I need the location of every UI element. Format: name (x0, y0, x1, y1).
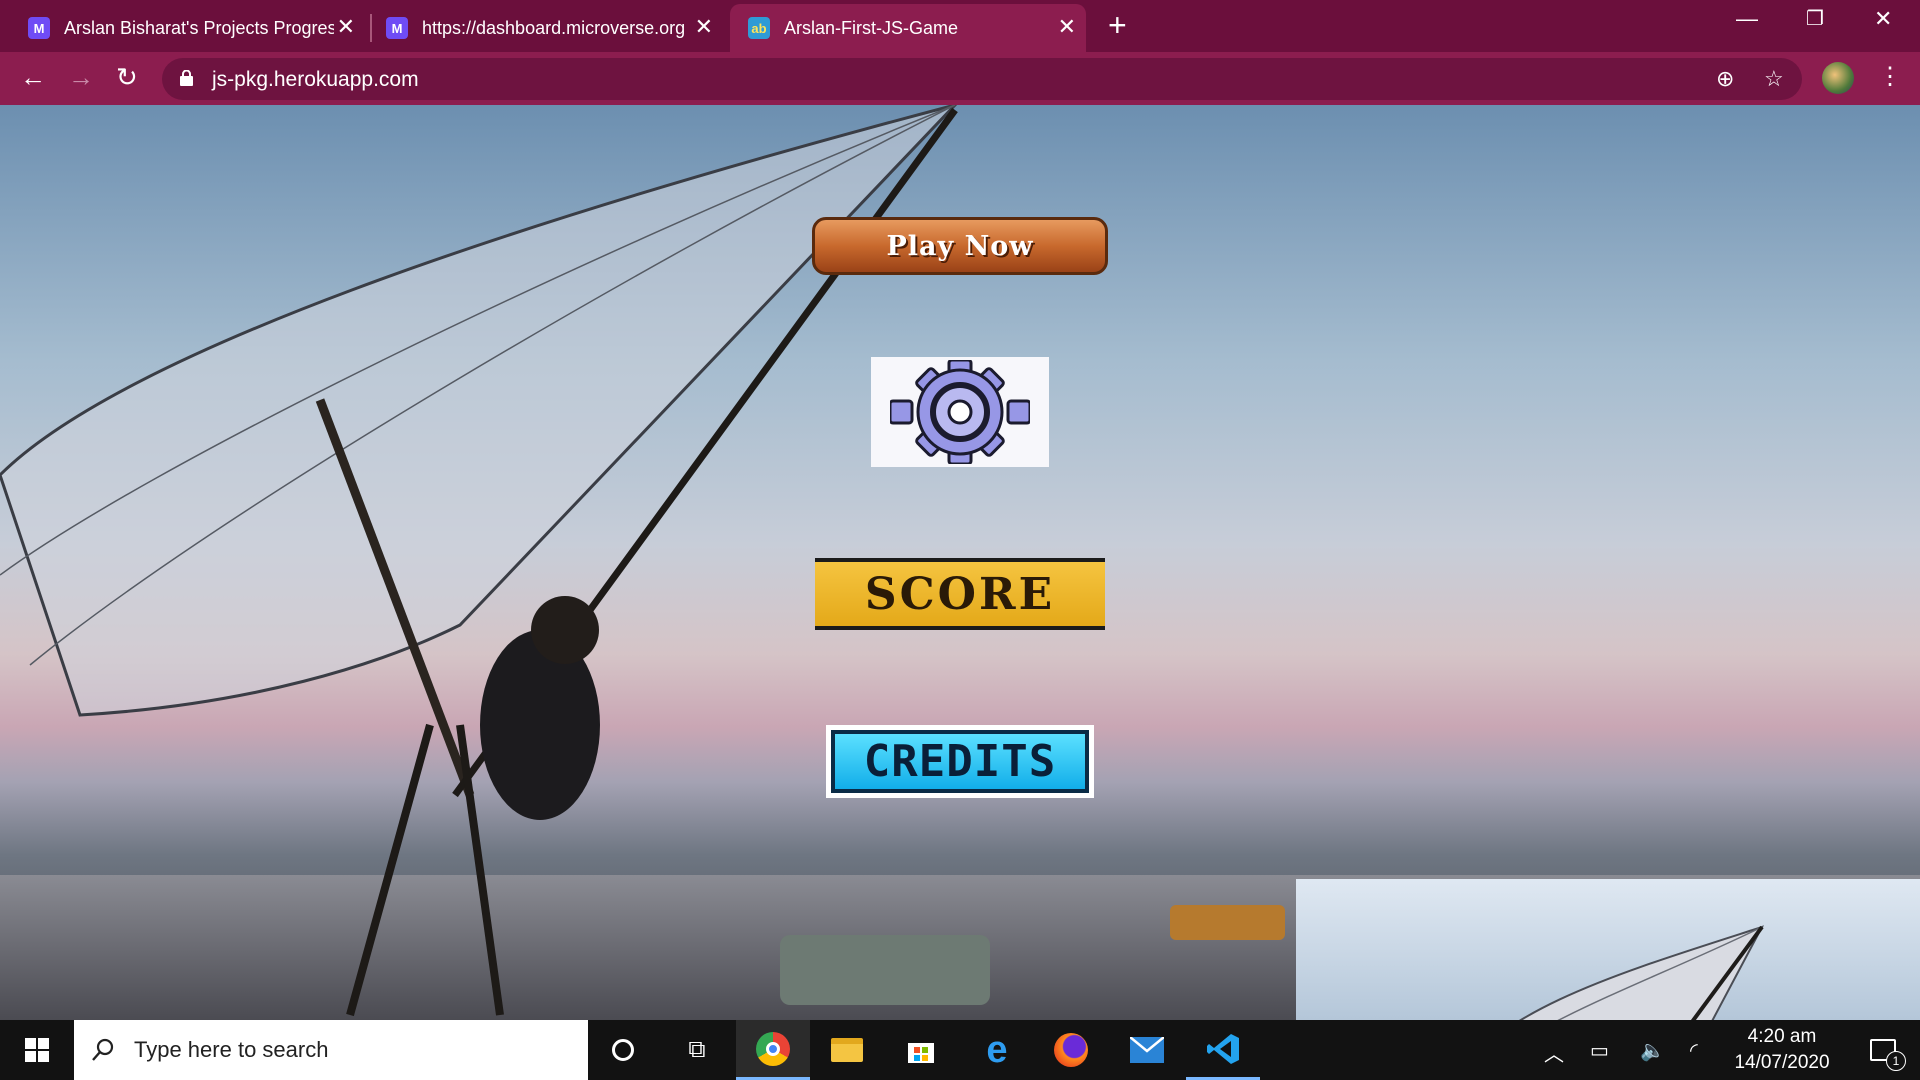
file-explorer-icon[interactable] (810, 1020, 884, 1080)
fishing-net-thumbnail-image (1519, 925, 1765, 1020)
credits-button[interactable]: CREDITS (826, 725, 1094, 798)
chrome-taskbar-icon[interactable] (736, 1020, 810, 1080)
windows-logo-icon (25, 1038, 49, 1062)
taskbar-search-box[interactable]: Type here to search (74, 1020, 588, 1080)
zoom-icon[interactable]: ⊕ (1716, 66, 1734, 92)
close-tab-icon[interactable]: ✕ (695, 14, 713, 40)
menu-dots-icon[interactable]: ⋮ (1878, 62, 1902, 92)
game-icon: ab (748, 17, 770, 39)
tab-dashboard[interactable]: M https://dashboard.microverse.org ✕ (358, 4, 723, 52)
vscode-icon[interactable] (1186, 1020, 1260, 1080)
search-placeholder: Type here to search (134, 1037, 329, 1062)
close-tab-icon[interactable]: ✕ (337, 14, 355, 40)
show-hidden-icons-icon[interactable]: ︿ (1544, 1038, 1564, 1067)
back-icon[interactable]: ← (20, 62, 46, 92)
bookmark-star-icon[interactable]: ☆ (1764, 66, 1784, 92)
cortana-icon[interactable] (586, 1020, 660, 1080)
mail-icon[interactable] (1110, 1020, 1184, 1080)
tab-title: Arslan Bisharat's Projects Progress (64, 17, 334, 38)
restore-icon[interactable]: ❐ (1806, 6, 1824, 31)
wifi-icon[interactable]: ◜ (1690, 1038, 1698, 1063)
gear-icon (890, 360, 1030, 464)
task-view-icon[interactable]: ⧉ (660, 1020, 734, 1080)
score-button[interactable]: SCORE (815, 558, 1105, 630)
microsoft-store-icon[interactable] (884, 1020, 958, 1080)
battery-icon[interactable]: ▭ (1590, 1038, 1609, 1063)
minimize-icon[interactable]: — (1736, 6, 1758, 32)
browser-tab-strip: M Arslan Bisharat's Projects Progress ✕ … (0, 0, 1920, 52)
reload-icon[interactable]: ↻ (116, 62, 138, 92)
windows-start-icon[interactable] (0, 1020, 74, 1080)
browser-toolbar: ← → ↻ js-pkg.herokuapp.com ⊕ ☆ ⋮ (0, 52, 1920, 105)
windows-taskbar: Type here to search ⧉ e ︿ ▭ 🔈 ◜ 4:20 am … (0, 1020, 1920, 1080)
url-text: js-pkg.herokuapp.com (212, 68, 419, 91)
settings-button[interactable] (871, 357, 1049, 467)
close-window-icon[interactable]: ✕ (1874, 6, 1892, 32)
microverse-icon: M (28, 17, 50, 39)
close-tab-icon[interactable]: ✕ (1058, 14, 1076, 40)
tab-title: https://dashboard.microverse.org (422, 17, 686, 38)
volume-icon[interactable]: 🔈 (1640, 1038, 1665, 1063)
credits-label: CREDITS (831, 730, 1089, 793)
profile-avatar[interactable] (1822, 62, 1854, 94)
tab-title: Arslan-First-JS-Game (784, 17, 959, 38)
tab-game[interactable]: ab Arslan-First-JS-Game ✕ (730, 4, 1086, 52)
clock-time: 4:20 am (1747, 1026, 1817, 1047)
clock-date: 14/07/2020 (1734, 1052, 1830, 1073)
address-bar[interactable]: js-pkg.herokuapp.com ⊕ ☆ (162, 58, 1802, 100)
play-now-button[interactable]: Play Now (812, 217, 1108, 275)
edge-icon[interactable]: e (960, 1020, 1034, 1080)
tab-projects-progress[interactable]: M Arslan Bisharat's Projects Progress ✕ (0, 4, 365, 52)
fishing-net-photo (1296, 879, 1920, 1020)
new-tab-button[interactable]: + (1108, 8, 1127, 42)
game-menu-page: Play Now SCORE CREDITS (0, 105, 1920, 1020)
notification-badge: 1 (1886, 1051, 1906, 1071)
search-icon (92, 1038, 114, 1061)
firefox-icon[interactable] (1034, 1020, 1108, 1080)
forward-icon[interactable]: → (68, 62, 94, 92)
lock-icon (180, 70, 193, 86)
microverse-icon: M (386, 17, 408, 39)
notification-center-icon[interactable]: 1 (1846, 1020, 1920, 1080)
system-clock[interactable]: 4:20 am 14/07/2020 (1724, 1024, 1840, 1076)
